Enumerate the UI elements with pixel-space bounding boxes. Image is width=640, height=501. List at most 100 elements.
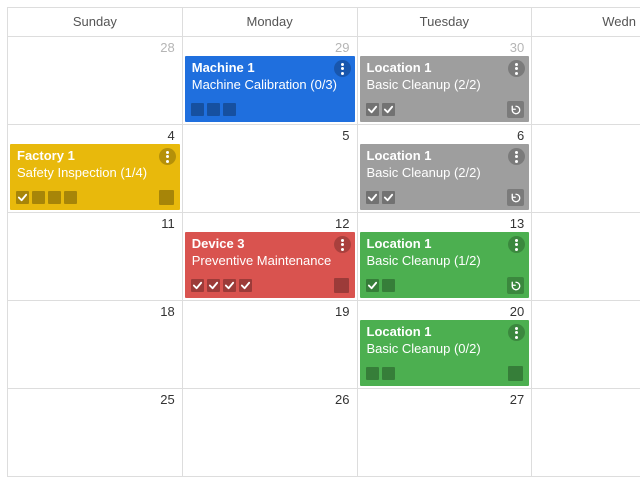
day-number xyxy=(532,213,640,216)
calendar-cell[interactable] xyxy=(532,213,640,301)
calendar-event[interactable]: Machine 1Machine Calibration (0/3) xyxy=(185,56,355,122)
header-wednesday: Wedn xyxy=(532,8,640,37)
task-done-icon[interactable] xyxy=(382,103,395,116)
repeat-icon[interactable] xyxy=(507,101,524,118)
day-number: 11 xyxy=(8,213,182,231)
event-title: Location 1 xyxy=(367,324,524,340)
calendar-week: 181920Location 1Basic Cleanup (0/2) xyxy=(8,301,640,389)
task-pending-icon[interactable] xyxy=(191,103,204,116)
day-number: 20 xyxy=(358,301,532,319)
calendar-week: 252627 xyxy=(8,389,640,477)
task-done-icon[interactable] xyxy=(366,191,379,204)
task-pending-icon[interactable] xyxy=(32,191,45,204)
calendar-cell[interactable]: 20Location 1Basic Cleanup (0/2) xyxy=(357,301,532,389)
calendar-event[interactable]: Location 1Basic Cleanup (1/2) xyxy=(360,232,530,298)
calendar-cell[interactable]: 5 xyxy=(182,125,357,213)
calendar-cell[interactable]: 29Machine 1Machine Calibration (0/3) xyxy=(182,37,357,125)
day-number xyxy=(532,389,640,392)
repeat-icon[interactable] xyxy=(507,277,524,294)
task-done-icon[interactable] xyxy=(239,279,252,292)
day-number: 29 xyxy=(183,37,357,55)
header-sunday: Sunday xyxy=(8,8,183,37)
day-number xyxy=(532,125,640,128)
calendar-event[interactable]: Location 1Basic Cleanup (2/2) xyxy=(360,144,530,210)
task-done-icon[interactable] xyxy=(366,103,379,116)
repeat-icon[interactable] xyxy=(507,189,524,206)
calendar-cell[interactable]: 28 xyxy=(8,37,183,125)
event-title: Factory 1 xyxy=(17,148,174,164)
calendar-cell[interactable]: 11 xyxy=(8,213,183,301)
calendar-header-row: Sunday Monday Tuesday Wedn xyxy=(8,8,640,37)
calendar-cell[interactable]: 12Device 3Preventive Maintenance xyxy=(182,213,357,301)
task-done-icon[interactable] xyxy=(16,191,29,204)
event-subtitle: Safety Inspection (1/4) xyxy=(17,165,174,181)
calendar-body: 2829Machine 1Machine Calibration (0/3)30… xyxy=(8,37,640,477)
calendar-week: 1112Device 3Preventive Maintenance13Loca… xyxy=(8,213,640,301)
event-subtitle: Machine Calibration (0/3) xyxy=(192,77,349,93)
task-pending-icon[interactable] xyxy=(207,103,220,116)
kebab-icon[interactable] xyxy=(334,236,351,253)
calendar-cell[interactable]: 4Factory 1Safety Inspection (1/4) xyxy=(8,125,183,213)
day-number: 6 xyxy=(358,125,532,143)
task-pending-icon[interactable] xyxy=(64,191,77,204)
event-task-row xyxy=(191,102,349,117)
event-title: Machine 1 xyxy=(192,60,349,76)
calendar-cell[interactable]: 30Location 1Basic Cleanup (2/2) xyxy=(357,37,532,125)
header-monday: Monday xyxy=(182,8,357,37)
event-task-row xyxy=(366,366,524,381)
task-done-icon[interactable] xyxy=(382,191,395,204)
kebab-icon[interactable] xyxy=(334,60,351,77)
day-number xyxy=(532,37,640,40)
task-pending-icon[interactable] xyxy=(366,367,379,380)
calendar-cell[interactable] xyxy=(532,389,640,477)
calendar-event[interactable]: Device 3Preventive Maintenance xyxy=(185,232,355,298)
calendar-cell[interactable] xyxy=(532,37,640,125)
task-done-icon[interactable] xyxy=(191,279,204,292)
calendar-cell[interactable]: 13Location 1Basic Cleanup (1/2) xyxy=(357,213,532,301)
event-subtitle: Basic Cleanup (2/2) xyxy=(367,77,524,93)
header-tuesday: Tuesday xyxy=(357,8,532,37)
calendar-cell[interactable] xyxy=(532,125,640,213)
event-subtitle: Basic Cleanup (0/2) xyxy=(367,341,524,357)
event-task-row xyxy=(366,278,524,293)
day-number: 13 xyxy=(358,213,532,231)
task-pending-icon[interactable] xyxy=(223,103,236,116)
calendar-cell[interactable]: 6Location 1Basic Cleanup (2/2) xyxy=(357,125,532,213)
day-number: 28 xyxy=(8,37,182,55)
calendar-event[interactable]: Location 1Basic Cleanup (0/2) xyxy=(360,320,530,386)
day-number: 12 xyxy=(183,213,357,231)
calendar-cell[interactable]: 18 xyxy=(8,301,183,389)
task-pending-icon[interactable] xyxy=(382,367,395,380)
kebab-icon[interactable] xyxy=(159,148,176,165)
calendar: Sunday Monday Tuesday Wedn 2829Machine 1… xyxy=(7,7,640,477)
task-done-icon[interactable] xyxy=(207,279,220,292)
calendar-cell[interactable]: 19 xyxy=(182,301,357,389)
day-number: 5 xyxy=(183,125,357,143)
day-number xyxy=(532,301,640,304)
event-title: Device 3 xyxy=(192,236,349,252)
task-pending-icon[interactable] xyxy=(48,191,61,204)
calendar-cell[interactable]: 27 xyxy=(357,389,532,477)
day-number: 18 xyxy=(8,301,182,319)
calendar-week: 4Factory 1Safety Inspection (1/4)56Locat… xyxy=(8,125,640,213)
calendar-cell[interactable] xyxy=(532,301,640,389)
task-done-icon[interactable] xyxy=(223,279,236,292)
calendar-event[interactable]: Location 1Basic Cleanup (2/2) xyxy=(360,56,530,122)
event-subtitle: Basic Cleanup (1/2) xyxy=(367,253,524,269)
event-title: Location 1 xyxy=(367,60,524,76)
day-number: 30 xyxy=(358,37,532,55)
calendar-cell[interactable]: 26 xyxy=(182,389,357,477)
day-number: 4 xyxy=(8,125,182,143)
calendar-event[interactable]: Factory 1Safety Inspection (1/4) xyxy=(10,144,180,210)
day-number: 19 xyxy=(183,301,357,319)
event-task-row xyxy=(191,278,349,293)
event-marker-icon xyxy=(159,190,174,205)
app-frame: Sunday Monday Tuesday Wedn 2829Machine 1… xyxy=(0,0,640,501)
day-number: 26 xyxy=(183,389,357,407)
event-task-row xyxy=(16,190,174,205)
event-task-row xyxy=(366,190,524,205)
task-done-icon[interactable] xyxy=(366,279,379,292)
day-number: 27 xyxy=(358,389,532,407)
calendar-cell[interactable]: 25 xyxy=(8,389,183,477)
task-pending-icon[interactable] xyxy=(382,279,395,292)
